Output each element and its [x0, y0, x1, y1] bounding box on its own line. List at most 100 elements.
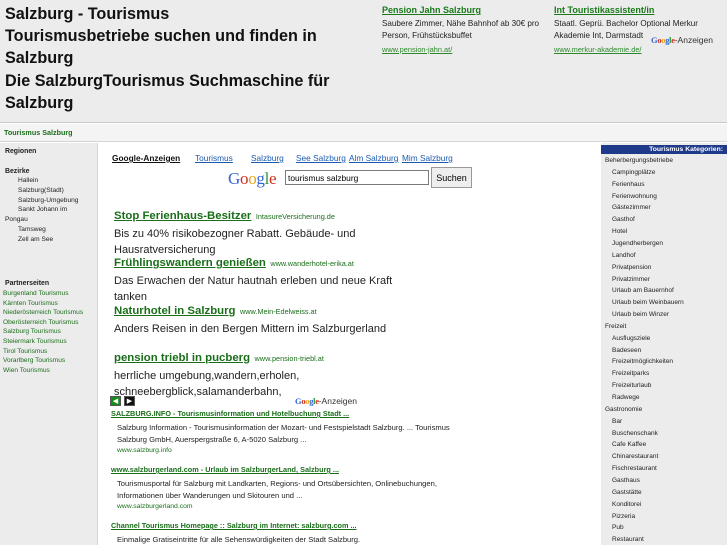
header-ad-desc: Saubere Zimmer, Nähe Bahnhof ab 30€ pro …	[382, 18, 540, 41]
search-input[interactable]	[285, 170, 429, 185]
result-title[interactable]: Channel Tourismus Homepage :: Salzburg i…	[111, 521, 481, 530]
partner-link[interactable]: Kärnten Tourismus	[3, 299, 58, 309]
partner-link[interactable]: Wien Tourismus	[3, 366, 50, 376]
region-link[interactable]: Salzburg(Stadt)	[18, 186, 64, 196]
category-group[interactable]: Beherbergungsbetriebe	[605, 155, 673, 167]
sort-link[interactable]: See Salzburg	[296, 153, 346, 163]
category-link[interactable]: Urlaub beim Weinbauern	[612, 297, 684, 309]
category-link[interactable]: Hotel	[612, 226, 627, 238]
partner-link[interactable]: Tirol Tourismus	[3, 347, 47, 357]
category-link[interactable]: Ausflugsziele	[612, 333, 650, 345]
google-ads-tab[interactable]: Google-Anzeigen	[112, 153, 180, 163]
category-link[interactable]: Privatzimmer	[612, 274, 650, 286]
sponsored-ad: Stop Ferienhaus-Besitzer IntasureVersich…	[114, 206, 414, 258]
ad-url[interactable]: www.wanderhotel-erika.at	[270, 259, 354, 268]
category-link[interactable]: Chinarestaurant	[612, 451, 658, 463]
google-ads-label[interactable]: Google-Anzeigen	[651, 35, 713, 45]
ad-title[interactable]: Stop Ferienhaus-Besitzer	[114, 210, 251, 222]
sort-link[interactable]: Alm Salzburg	[349, 153, 398, 163]
title-line: Salzburg	[5, 49, 74, 68]
result-title[interactable]: SALZBURG.INFO - Tourismusinformation und…	[111, 409, 481, 418]
sponsored-ad: Naturhotel in Salzburg www.Mein-Edelweis…	[114, 301, 414, 338]
category-link[interactable]: Urlaub am Bauernhof	[612, 285, 674, 297]
category-link[interactable]: Konditorei	[612, 499, 641, 511]
partner-link[interactable]: Salzburg Tourismus	[3, 327, 61, 337]
category-link[interactable]: Landhof	[612, 250, 636, 262]
categories-heading: Tourismus Kategorien:	[601, 145, 727, 154]
category-link[interactable]: Freizeitmöglichkeiten	[612, 356, 673, 368]
regionen-heading: Regionen	[5, 148, 37, 155]
result-url[interactable]: www.salzburgerland.com	[117, 503, 481, 510]
header-ad-url[interactable]: www.merkur-akademie.de/	[554, 44, 724, 57]
category-link[interactable]: Gästezimmer	[612, 202, 651, 214]
site-header: Salzburg - Tourismus Tourismusbetriebe s…	[0, 0, 727, 123]
category-link[interactable]: Cafe Kaffee	[612, 439, 646, 451]
category-link[interactable]: Ferienwohnung	[612, 191, 657, 203]
partner-link[interactable]: Vorarlberg Tourismus	[3, 356, 65, 366]
site-title: Salzburg - Tourismus Tourismusbetriebe s…	[5, 3, 377, 114]
partner-link[interactable]: Steiermark Tourismus	[3, 337, 67, 347]
search-result: Channel Tourismus Homepage :: Salzburg i…	[111, 521, 481, 546]
category-link[interactable]: Privatpension	[612, 262, 651, 274]
sort-link[interactable]: Salzburg	[251, 153, 284, 163]
ad-title[interactable]: Frühlingswandern genießen	[114, 257, 266, 269]
category-link[interactable]: Freizeitparks	[612, 368, 649, 380]
category-link[interactable]: Urlaub beim Winzer	[612, 309, 669, 321]
header-ad-url[interactable]: www.pension-jahn.at/	[382, 44, 544, 57]
region-link[interactable]: Hallein	[18, 176, 38, 186]
right-sidebar: Tourismus Kategorien: Beherbergungsbetri…	[601, 143, 727, 545]
region-link[interactable]: Tamsweg	[18, 225, 46, 235]
category-link[interactable]: Gasthof	[612, 214, 635, 226]
google-ads-suffix: -Anzeigen	[318, 396, 357, 406]
category-link[interactable]: Fischrestaurant	[612, 463, 657, 475]
google-logo: Google	[228, 169, 277, 188]
category-link[interactable]: Gasthaus	[612, 475, 640, 487]
ad-title[interactable]: pension triebl in pucberg	[114, 352, 250, 364]
sort-link[interactable]: Mim Salzburg	[402, 153, 453, 163]
partner-link[interactable]: Oberösterreich Tourismus	[3, 318, 78, 328]
category-link[interactable]: Restaurant	[612, 534, 644, 546]
title-line: Salzburg	[5, 93, 74, 112]
google-ads-label[interactable]: Google-Anzeigen	[295, 396, 357, 406]
category-link[interactable]: Ferienhaus	[612, 179, 645, 191]
category-link[interactable]: Buschenschank	[612, 428, 658, 440]
header-ad-title[interactable]: Int Touristikassistent/in	[554, 5, 654, 15]
region-link[interactable]: Zell am See	[18, 235, 53, 245]
result-title[interactable]: www.salzburgerland.com - Urlaub im Salzb…	[111, 465, 481, 474]
sponsored-ad: Frühlingswandern genießen www.wanderhote…	[114, 253, 414, 305]
category-link[interactable]: Freizeiturlaub	[612, 380, 651, 392]
chevron-left-icon[interactable]: ◀	[110, 396, 121, 406]
search-button[interactable]: Suchen	[431, 167, 472, 188]
category-link[interactable]: Pub	[612, 522, 624, 534]
sort-link[interactable]: Tourismus	[195, 153, 233, 163]
category-group[interactable]: Freizeit	[605, 321, 626, 333]
partner-link[interactable]: Burgenland Tourismus	[3, 289, 69, 299]
header-ad-title[interactable]: Pension Jahn Salzburg	[382, 5, 481, 15]
category-link[interactable]: Badeseen	[612, 345, 641, 357]
partner-link[interactable]: Niederösterreich Tourismus	[3, 308, 83, 318]
title-line: Tourismusbetriebe suchen und finden in	[5, 27, 317, 46]
result-url[interactable]: www.salzburg.info	[117, 447, 481, 454]
category-link[interactable]: Radwege	[612, 392, 639, 404]
region-link[interactable]: Sankt Johann im	[18, 205, 67, 215]
ad-desc: Anders Reisen in den Bergen Mittern im S…	[114, 323, 387, 335]
title-line: Salzburg - Tourismus	[5, 5, 170, 23]
category-link[interactable]: Pizzeria	[612, 511, 635, 523]
category-link[interactable]: Campingplätze	[612, 167, 655, 179]
partner-heading: Partnerseiten	[5, 280, 50, 287]
category-group[interactable]: Gastronomie	[605, 404, 642, 416]
ad-url[interactable]: www.pension-triebl.at	[255, 354, 324, 363]
chevron-right-icon[interactable]: ▶	[124, 396, 135, 406]
ad-url[interactable]: www.Mein-Edelweiss.at	[240, 307, 317, 316]
google-ads-suffix: -Anzeigen	[674, 35, 713, 45]
ad-url[interactable]: IntasureVersicherung.de	[256, 212, 335, 221]
category-link[interactable]: Bar	[612, 416, 622, 428]
sponsored-ad: pension triebl in pucberg www.pension-tr…	[114, 348, 414, 400]
category-link[interactable]: Gaststätte	[612, 487, 642, 499]
category-link[interactable]: Jugendherbergen	[612, 238, 663, 250]
ad-title[interactable]: Naturhotel in Salzburg	[114, 305, 236, 317]
breadcrumb-link[interactable]: Tourismus Salzburg	[4, 128, 73, 137]
title-line: Die SalzburgTourismus Suchmaschine für	[5, 71, 330, 90]
region-link[interactable]: Salzburg-Umgebung	[18, 196, 78, 206]
region-link[interactable]: Pongau	[5, 215, 28, 225]
